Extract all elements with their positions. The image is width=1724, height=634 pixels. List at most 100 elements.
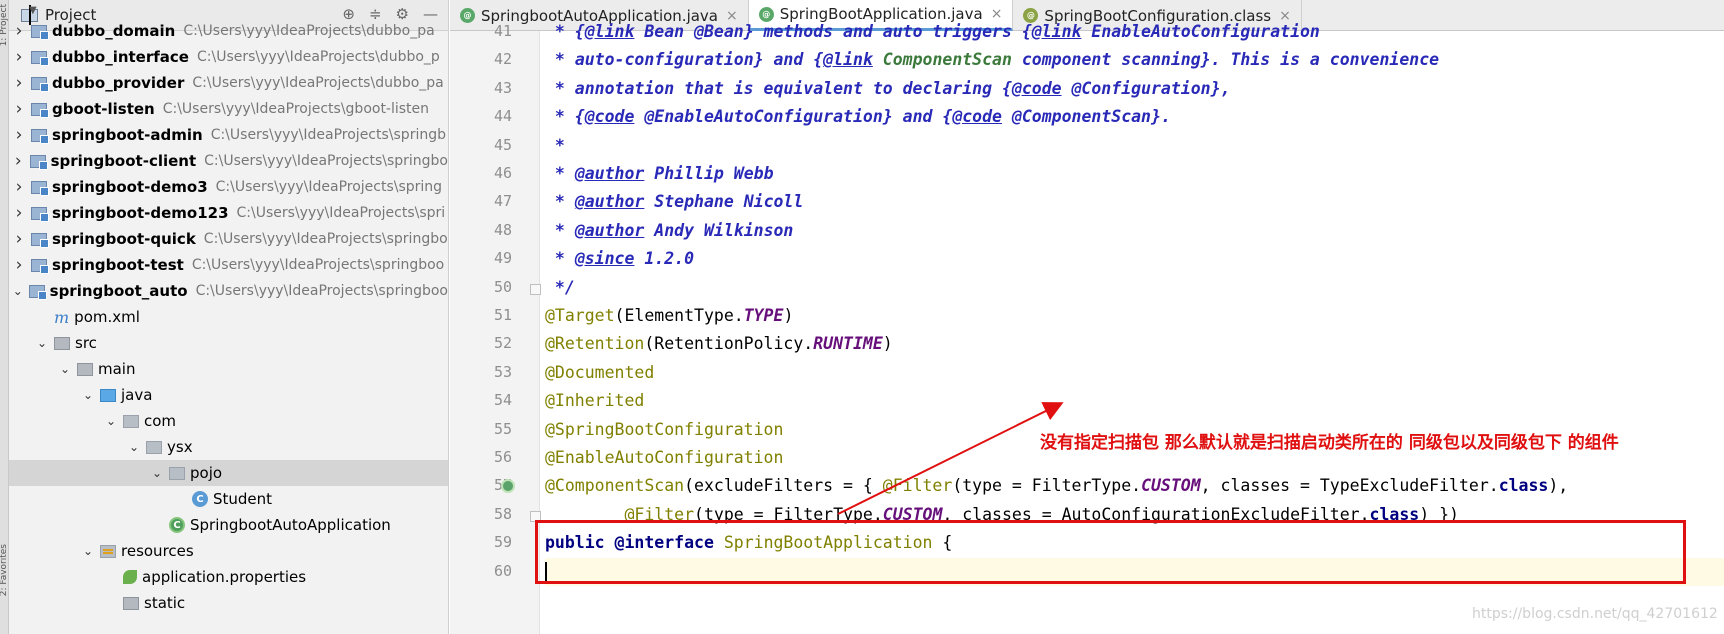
line-number: 43 [493,78,512,97]
tree-item-label: springboot-demo3 [52,178,208,196]
tree-item-path: C:\Users\yyy\IdeaProjects\gboot-listen [162,101,430,117]
collapse-arrow-icon[interactable]: › [11,229,27,249]
expand-arrow-icon[interactable]: ⌄ [149,466,165,480]
collapse-arrow-icon[interactable]: › [11,47,27,67]
expand-arrow-icon[interactable]: ⌄ [11,284,25,298]
class-icon: C [192,491,208,507]
tree-item-path: C:\Users\yyy\IdeaProjects\springbo [203,231,448,247]
expand-arrow-icon[interactable]: ⌄ [80,544,96,558]
code-line: * annotation that is equivalent to decla… [545,78,1231,98]
tree-item-path: C:\Users\yyy\IdeaProjects\dubbo_pa [183,23,435,39]
line-number: 51 [493,306,512,324]
code-line: @Retention(RetentionPolicy.RUNTIME) [545,334,893,354]
module-folder-icon [31,206,49,222]
tree-item-label: springboot-quick [52,230,196,248]
expand-arrow-icon[interactable]: ⌄ [126,440,142,454]
line-number: 49 [493,249,512,268]
code-line: * @author Phillip Webb [545,164,774,183]
tree-item-label: com [144,412,177,430]
tree-item[interactable]: › springboot-client C:\Users\yyy\IdeaProje… [9,148,448,174]
code-line: @ComponentScan(excludeFilters = { @Filte… [545,476,1569,496]
fold-marker-icon[interactable] [530,283,541,295]
tree-item[interactable]: › dubbo_domain C:\Users\yyy\IdeaProjects\d… [9,18,448,44]
collapse-arrow-icon[interactable]: › [11,99,27,119]
resources-folder-icon [100,544,116,558]
tree-item[interactable]: ⌄ main [9,356,448,382]
tree-item[interactable]: application.properties [9,564,448,590]
tree-item-label: springboot-demo123 [52,204,229,222]
project-tool-label[interactable]: 1: Project [0,4,9,46]
collapse-arrow-icon[interactable]: › [11,255,27,275]
spring-class-icon: @ [460,8,475,23]
collapse-arrow-icon[interactable]: › [11,73,27,93]
spring-bean-gutter-icon[interactable] [501,479,515,494]
favorites-tool-label[interactable]: 2: Favorites [0,544,9,596]
spring-class-icon: C [169,517,185,533]
tree-item-path: C:\Users\yyy\IdeaProjects\springboo [195,283,448,299]
package-icon [123,414,139,428]
tree-item-label: ysx [167,438,193,456]
expand-arrow-icon[interactable]: ⌄ [80,388,96,402]
tree-item[interactable]: C SpringbootAutoApplication [9,512,448,538]
tree-item[interactable]: › springboot-test C:\Users\yyy\IdeaProject… [9,252,448,278]
tree-item[interactable]: › springboot-admin C:\Users\yyy\IdeaProjec… [9,122,448,148]
expand-arrow-icon[interactable]: ⌄ [57,362,73,376]
collapse-arrow-icon[interactable]: › [11,125,27,145]
tree-item[interactable]: › springboot-demo123 C:\Users\yyy\IdeaProj… [9,200,448,226]
line-number: 60 [493,561,512,580]
line-number: 53 [493,362,512,381]
tool-window-strip: 1: Project 2: Favorites [0,0,9,634]
tree-item[interactable]: ⌄ java [9,382,448,408]
tree-item[interactable]: ⌄ src [9,330,448,356]
tree-item-label: src [75,334,97,352]
watermark: https://blog.csdn.net/qq_42701612 [1472,606,1718,622]
tree-item-label: dubbo_interface [52,48,189,66]
tree-item[interactable]: m pom.xml [9,304,448,330]
tree-item[interactable]: ⌄ ysx [9,434,448,460]
code-line: @Target(ElementType.TYPE) [545,306,794,325]
maven-icon: m [54,307,70,327]
tree-item[interactable]: ⌄ com [9,408,448,434]
collapse-arrow-icon[interactable]: › [11,177,27,197]
tree-item[interactable]: › dubbo_provider C:\Users\yyy\IdeaProjects… [9,70,448,96]
code-line: * auto-configuration} and {@link Compone… [545,50,1440,70]
component-scan-highlight-box [535,520,1686,584]
code-line: @Inherited [545,391,645,411]
tree-item[interactable]: static [9,590,448,616]
tree-item-label: springboot-admin [52,126,203,144]
annotation-note: 没有指定扫描包 那么默认就是扫描启动类所在的 同级包以及同级包下 的组件 [1040,433,1619,453]
line-number: 44 [493,107,512,126]
collapse-arrow-icon[interactable]: › [11,151,26,171]
tree-item[interactable]: › dubbo_interface C:\Users\yyy\IdeaProject… [9,44,448,70]
tree-item-label: gboot-listen [52,100,155,118]
expand-arrow-icon[interactable]: ⌄ [34,336,50,350]
tree-item-label: springboot_auto [49,282,188,300]
expand-arrow-icon[interactable]: ⌄ [103,414,119,428]
tree-item-label: springboot-test [52,256,184,274]
tree-item[interactable]: › springboot-quick C:\Users\yyy\IdeaProjec… [9,226,448,252]
tree-item[interactable]: › springboot-demo3 C:\Users\yyy\IdeaProjec… [9,174,448,200]
line-number: 46 [493,164,512,182]
line-number: 50 [493,277,512,296]
code-line: * @author Stephane Nicoll [545,192,804,212]
line-number: 54 [493,391,512,410]
editor-gutter: 4142434445464748495051525354555657585960 [450,22,541,634]
tree-item[interactable]: C Student [9,486,448,512]
line-number: 59 [493,533,512,552]
tree-item-label: springboot-client [50,152,197,170]
line-number: 41 [493,22,512,40]
tree-item[interactable]: ⌄ pojo [9,460,448,486]
tree-item[interactable]: › gboot-listen C:\Users\yyy\IdeaProjects\g… [9,96,448,122]
collapse-arrow-icon[interactable]: › [11,203,27,223]
project-panel: Project ▼ ⊕ ≑ ⚙ — ›dubbo_domainC:\Users\… [9,0,449,634]
module-folder-icon [31,128,49,144]
code-line: * @author Andy Wilkinson [545,220,794,240]
tree-item-path: C:\Users\yyy\IdeaProjects\dubbo_p [196,49,440,65]
code-line: @SpringBootConfiguration [545,419,784,439]
tree-item[interactable]: ⌄ resources [9,538,448,564]
folder-icon [77,362,93,376]
collapse-arrow-icon[interactable]: › [11,21,27,41]
tree-item[interactable]: ⌄ springboot_auto C:\Users\yyy\IdeaProject… [9,278,448,304]
tree-item-path: C:\Users\yyy\IdeaProjects\dubbo_pa [192,75,444,91]
tree-item-label: SpringbootAutoApplication [190,516,391,534]
